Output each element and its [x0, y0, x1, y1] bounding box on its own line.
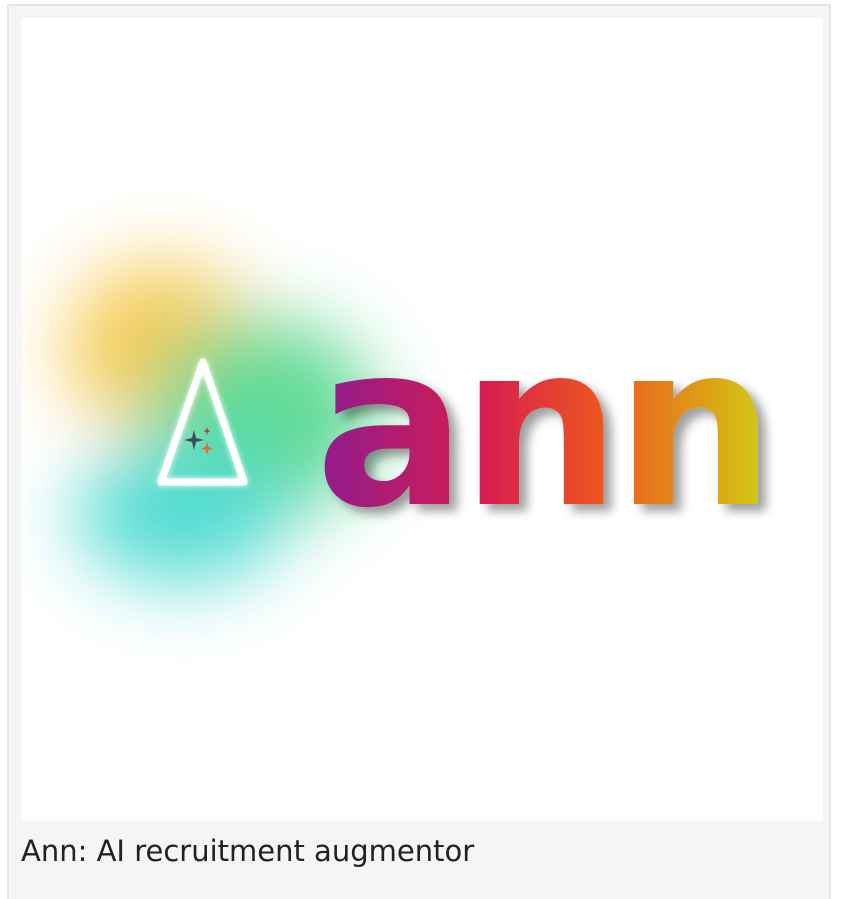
wordmark-text: ann — [315, 326, 769, 526]
image-caption: Ann: AI recruitment augmentor — [21, 834, 475, 868]
logo-wordmark: ann — [315, 326, 775, 526]
sparkle-icon — [201, 442, 213, 455]
sparkle-icon — [184, 430, 204, 450]
image-card: ann Ann: AI recruitment augmentor — [7, 4, 831, 899]
logo-image: ann — [21, 18, 823, 821]
sparkle-icon — [203, 427, 211, 435]
